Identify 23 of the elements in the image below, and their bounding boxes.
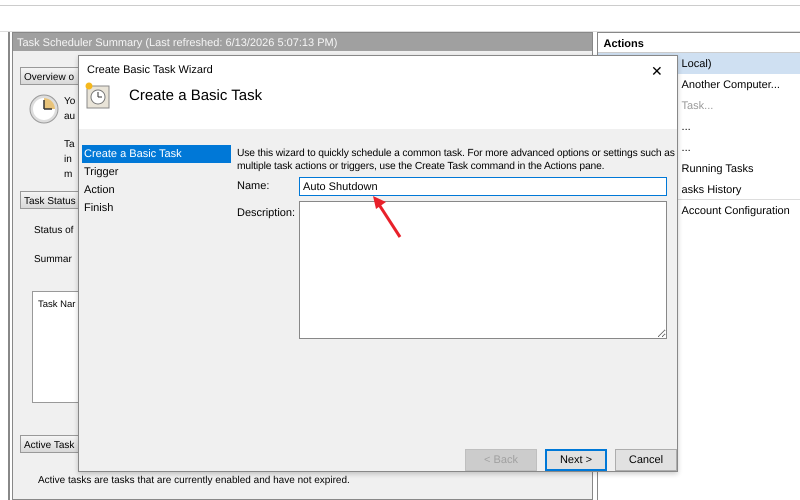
description-field[interactable] — [299, 201, 667, 339]
name-field[interactable]: Auto Shutdown — [299, 177, 667, 196]
overview-text: m — [64, 168, 74, 182]
wizard-step[interactable]: Create a Basic Task — [82, 145, 231, 163]
summary-header: Task Scheduler Summary (Last refreshed: 6/13/2026 5:07:13 PM) — [12, 33, 592, 51]
annotation-arrow — [373, 196, 402, 238]
status-text: Status of — [34, 224, 74, 238]
overview-text: Ta — [64, 138, 76, 152]
overview-text: au — [64, 110, 76, 124]
intro-text: Use this wizard to quickly schedule a common task. For more advanced options or settings such as multiple task actions or triggers, use the Create Task command in the Actions pane. — [237, 147, 675, 173]
overview-text: in — [64, 153, 73, 167]
wizard-step[interactable]: Trigger — [82, 163, 231, 181]
clock-icon — [28, 94, 59, 124]
active-tasks-description: Active tasks are tasks that are currently enabled and have not expired. — [38, 474, 351, 488]
overview-text: Yo — [64, 95, 76, 109]
field-label: Name: — [237, 179, 270, 194]
wizard-button[interactable]: Cancel — [615, 449, 677, 471]
status-text: Summar — [34, 253, 73, 267]
clock-icon — [85, 82, 111, 110]
field-label: Description: — [237, 206, 296, 221]
dialog-heading: Create a Basic Task — [129, 86, 262, 106]
wizard-button[interactable]: Next > — [545, 449, 607, 471]
column-header[interactable]: Task Nar — [38, 299, 76, 310]
